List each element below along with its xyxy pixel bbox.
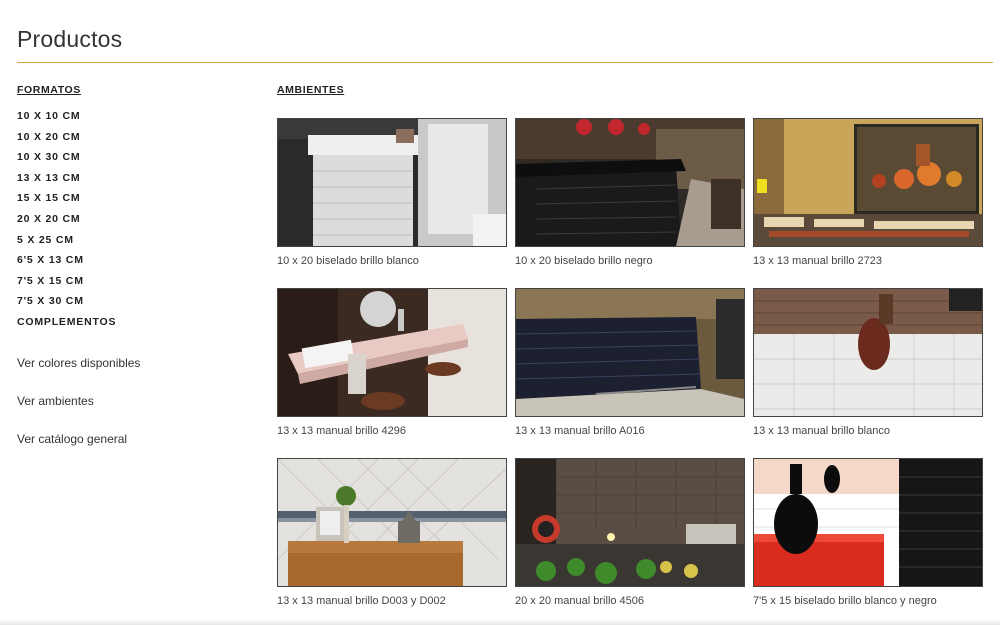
format-item-complementos[interactable]: COMPLEMENTOS: [17, 316, 257, 337]
format-item-10x10[interactable]: 10 X 10 CM: [17, 110, 257, 131]
bottom-edge-shadow: [0, 619, 1000, 625]
ambients-heading-link[interactable]: AMBIENTES: [277, 84, 997, 96]
format-item-13x13[interactable]: 13 X 13 CM: [17, 172, 257, 193]
format-item-6-5x13[interactable]: 6'5 X 13 CM: [17, 254, 257, 275]
ambient-caption: 20 x 20 manual brillo 4506: [515, 595, 645, 607]
ambient-photo[interactable]: [753, 118, 983, 247]
ambient-card[interactable]: 10 x 20 biselado brillo blanco: [277, 118, 507, 267]
ambient-card[interactable]: 7'5 x 15 biselado brillo blanco y negro: [753, 458, 983, 607]
format-item-7-5x30[interactable]: 7'5 X 30 CM: [17, 295, 257, 316]
ambient-photo[interactable]: [277, 288, 507, 417]
ambient-caption: 10 x 20 biselado brillo negro: [515, 255, 653, 267]
ambient-caption: 10 x 20 biselado brillo blanco: [277, 255, 419, 267]
ambient-caption: 13 x 13 manual brillo 2723: [753, 255, 883, 267]
ambient-card[interactable]: 13 x 13 manual brillo A016: [515, 288, 745, 437]
format-list: 10 X 10 CM 10 X 20 CM 10 X 30 CM 13 X 13…: [17, 110, 257, 337]
ambient-card[interactable]: 10 x 20 biselado brillo negro: [515, 118, 745, 267]
ambient-caption: 13 x 13 manual brillo 4296: [277, 425, 407, 437]
ambient-caption: 13 x 13 manual brillo blanco: [753, 425, 890, 437]
format-item-15x15[interactable]: 15 X 15 CM: [17, 192, 257, 213]
ambient-card[interactable]: 13 x 13 manual brillo D003 y D002: [277, 458, 507, 607]
ambient-card[interactable]: 13 x 13 manual brillo 4296: [277, 288, 507, 437]
ambient-card[interactable]: 13 x 13 manual brillo blanco: [753, 288, 983, 437]
format-item-10x30[interactable]: 10 X 30 CM: [17, 151, 257, 172]
format-item-20x20[interactable]: 20 X 20 CM: [17, 213, 257, 234]
ambient-caption: 13 x 13 manual brillo D003 y D002: [277, 595, 446, 607]
ambient-photo[interactable]: [515, 458, 745, 587]
format-item-5x25[interactable]: 5 X 25 CM: [17, 234, 257, 255]
ambient-caption: 13 x 13 manual brillo A016: [515, 425, 645, 437]
view-catalog-link[interactable]: Ver catálogo general: [17, 432, 257, 470]
ambient-photo[interactable]: [753, 288, 983, 417]
format-item-7-5x15[interactable]: 7'5 X 15 CM: [17, 275, 257, 296]
ambient-card[interactable]: 20 x 20 manual brillo 4506: [515, 458, 745, 607]
page-title: Productos: [17, 26, 123, 52]
ambient-photo[interactable]: [277, 458, 507, 587]
sidebar-links: Ver colores disponibles Ver ambientes Ve…: [17, 356, 257, 470]
view-ambients-link[interactable]: Ver ambientes: [17, 394, 257, 432]
format-item-10x20[interactable]: 10 X 20 CM: [17, 131, 257, 152]
ambient-caption: 7'5 x 15 biselado brillo blanco y negro: [753, 595, 937, 607]
sidebar: FORMATOS 10 X 10 CM 10 X 20 CM 10 X 30 C…: [17, 84, 257, 470]
main-content: AMBIENTES 10 x 20 biselado brillo blanco…: [277, 84, 997, 607]
ambient-photo[interactable]: [277, 118, 507, 247]
formats-heading-link[interactable]: FORMATOS: [17, 84, 257, 96]
ambient-photo[interactable]: [515, 288, 745, 417]
ambient-photo[interactable]: [515, 118, 745, 247]
ambient-card[interactable]: 13 x 13 manual brillo 2723: [753, 118, 983, 267]
view-colors-link[interactable]: Ver colores disponibles: [17, 356, 257, 394]
title-divider: [17, 62, 993, 63]
ambient-photo[interactable]: [753, 458, 983, 587]
